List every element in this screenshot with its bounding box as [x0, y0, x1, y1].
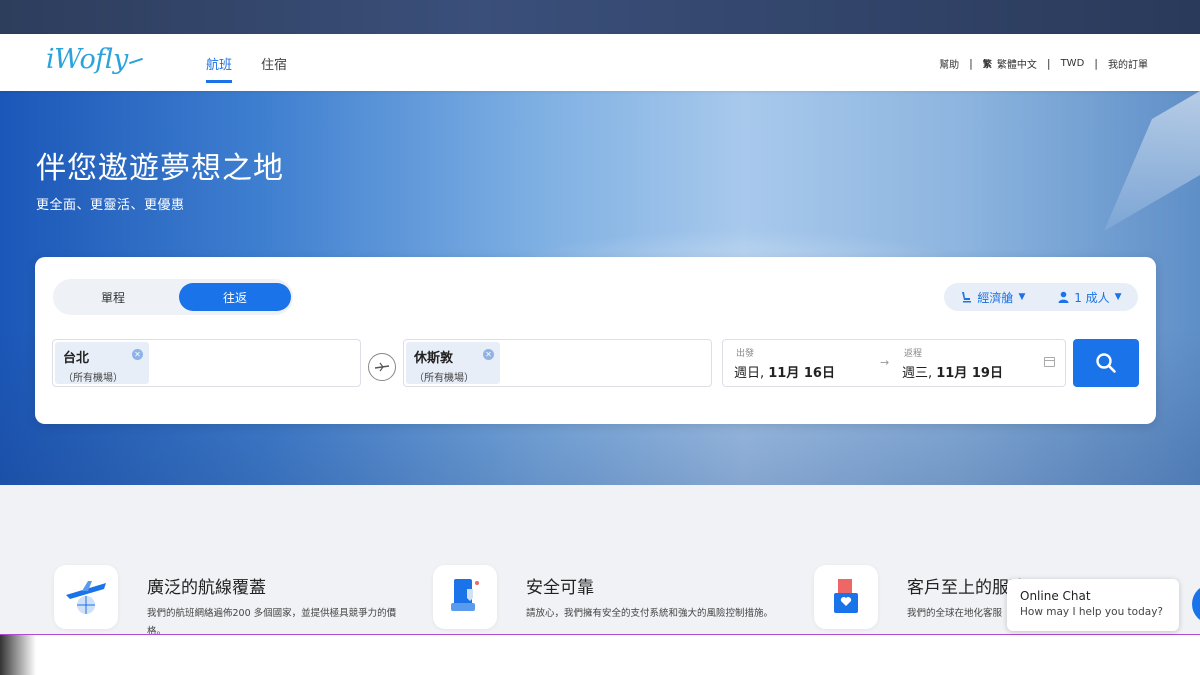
online-chat-popup[interactable]: Online Chat How may I help you today?	[1007, 579, 1179, 631]
cabin-class-label: 經濟艙	[977, 290, 1014, 305]
cabin-class-selector[interactable]: 經濟艙 ▼	[960, 289, 1025, 306]
search-icon	[1096, 353, 1116, 373]
clear-destination-icon[interactable]: ✕	[483, 349, 494, 360]
nav-divider: |	[1094, 57, 1098, 70]
secure-payment-icon	[433, 565, 497, 629]
destination-chip: 休斯敦 （所有機場） ✕	[406, 342, 500, 384]
trip-type-toggle: 單程 往返	[53, 279, 293, 315]
browser-top-strip	[0, 0, 1200, 34]
language-icon: 繁	[982, 60, 992, 70]
top-navbar: iWofly 航班 住宿 幫助 | 繁 繁體中文 | TWD | 我的訂單	[0, 34, 1200, 91]
return-date[interactable]: 週三, 11月 19日	[902, 362, 1003, 381]
language-selector[interactable]: 繁體中文	[997, 56, 1037, 71]
chat-title: Online Chat	[1020, 589, 1091, 603]
hero-title: 伴您遨遊夢想之地	[36, 151, 284, 186]
nav-divider: |	[1046, 57, 1051, 70]
chevron-down-icon: ▼	[1114, 292, 1122, 302]
depart-date[interactable]: 週日, 11月 16日	[734, 362, 835, 381]
chat-subtitle: How may I help you today?	[1020, 606, 1163, 618]
passenger-label: 1 成人	[1074, 290, 1110, 305]
clear-origin-icon[interactable]: ✕	[132, 349, 143, 360]
oneway-button[interactable]: 單程	[57, 283, 169, 311]
my-orders-link[interactable]: 我的訂單	[1108, 56, 1148, 71]
person-icon	[1058, 291, 1069, 303]
edge-shadow	[0, 635, 36, 675]
chevron-down-icon: ▼	[1018, 292, 1026, 302]
date-arrow-icon: →	[880, 356, 890, 369]
airplane-swap-icon	[374, 362, 390, 372]
airplane-wing-image	[1104, 91, 1200, 231]
destination-field[interactable]: 休斯敦 （所有機場） ✕	[403, 339, 712, 387]
tab-flights[interactable]: 航班	[206, 54, 233, 83]
origin-city: 台北	[63, 351, 90, 366]
airplane-globe-icon	[54, 565, 118, 629]
origin-field[interactable]: 台北 （所有機場） ✕	[52, 339, 361, 387]
feature-title: 安全可靠	[526, 578, 594, 598]
tab-hotels[interactable]: 住宿	[261, 54, 287, 73]
search-button[interactable]	[1073, 339, 1139, 387]
iwofly-logo[interactable]: iWofly	[46, 44, 143, 75]
seat-icon	[962, 292, 972, 303]
destination-city: 休斯敦	[414, 351, 454, 366]
origin-chip: 台北 （所有機場） ✕	[55, 342, 149, 384]
nav-divider: |	[969, 57, 973, 70]
passenger-selector[interactable]: 1 成人 ▼	[1058, 289, 1122, 306]
page-bottom	[0, 635, 1200, 675]
hero-subtitle: 更全面、更靈活、更優惠	[36, 198, 185, 213]
currency-selector[interactable]: TWD	[1061, 58, 1085, 69]
nav-right-links: 幫助 | 繁 繁體中文 | TWD | 我的訂單	[939, 56, 1148, 71]
roundtrip-button[interactable]: 往返	[179, 283, 291, 311]
flight-search-card: 單程 往返 經濟艙 ▼ 1 成人 ▼ 台北 （所有機場） ✕ 休斯敦 （所有機場…	[35, 257, 1156, 424]
help-link[interactable]: 幫助	[939, 56, 959, 71]
feature-desc: 請放心，我們擁有安全的支付系統和強大的風險控制措施。	[526, 608, 774, 619]
swap-airports-button[interactable]	[368, 353, 396, 381]
origin-airport: （所有機場）	[63, 373, 123, 384]
calendar-icon	[1044, 357, 1055, 367]
depart-label: 出發	[736, 349, 755, 359]
destination-airport: （所有機場）	[414, 373, 474, 384]
service-box-icon	[814, 565, 878, 629]
date-range-field[interactable]: 出發 週日, 11月 16日 → 返程 週三, 11月 19日	[722, 339, 1066, 387]
return-label: 返程	[904, 349, 923, 359]
feature-title: 廣泛的航線覆蓋	[147, 578, 266, 598]
search-options: 經濟艙 ▼ 1 成人 ▼	[944, 283, 1138, 311]
